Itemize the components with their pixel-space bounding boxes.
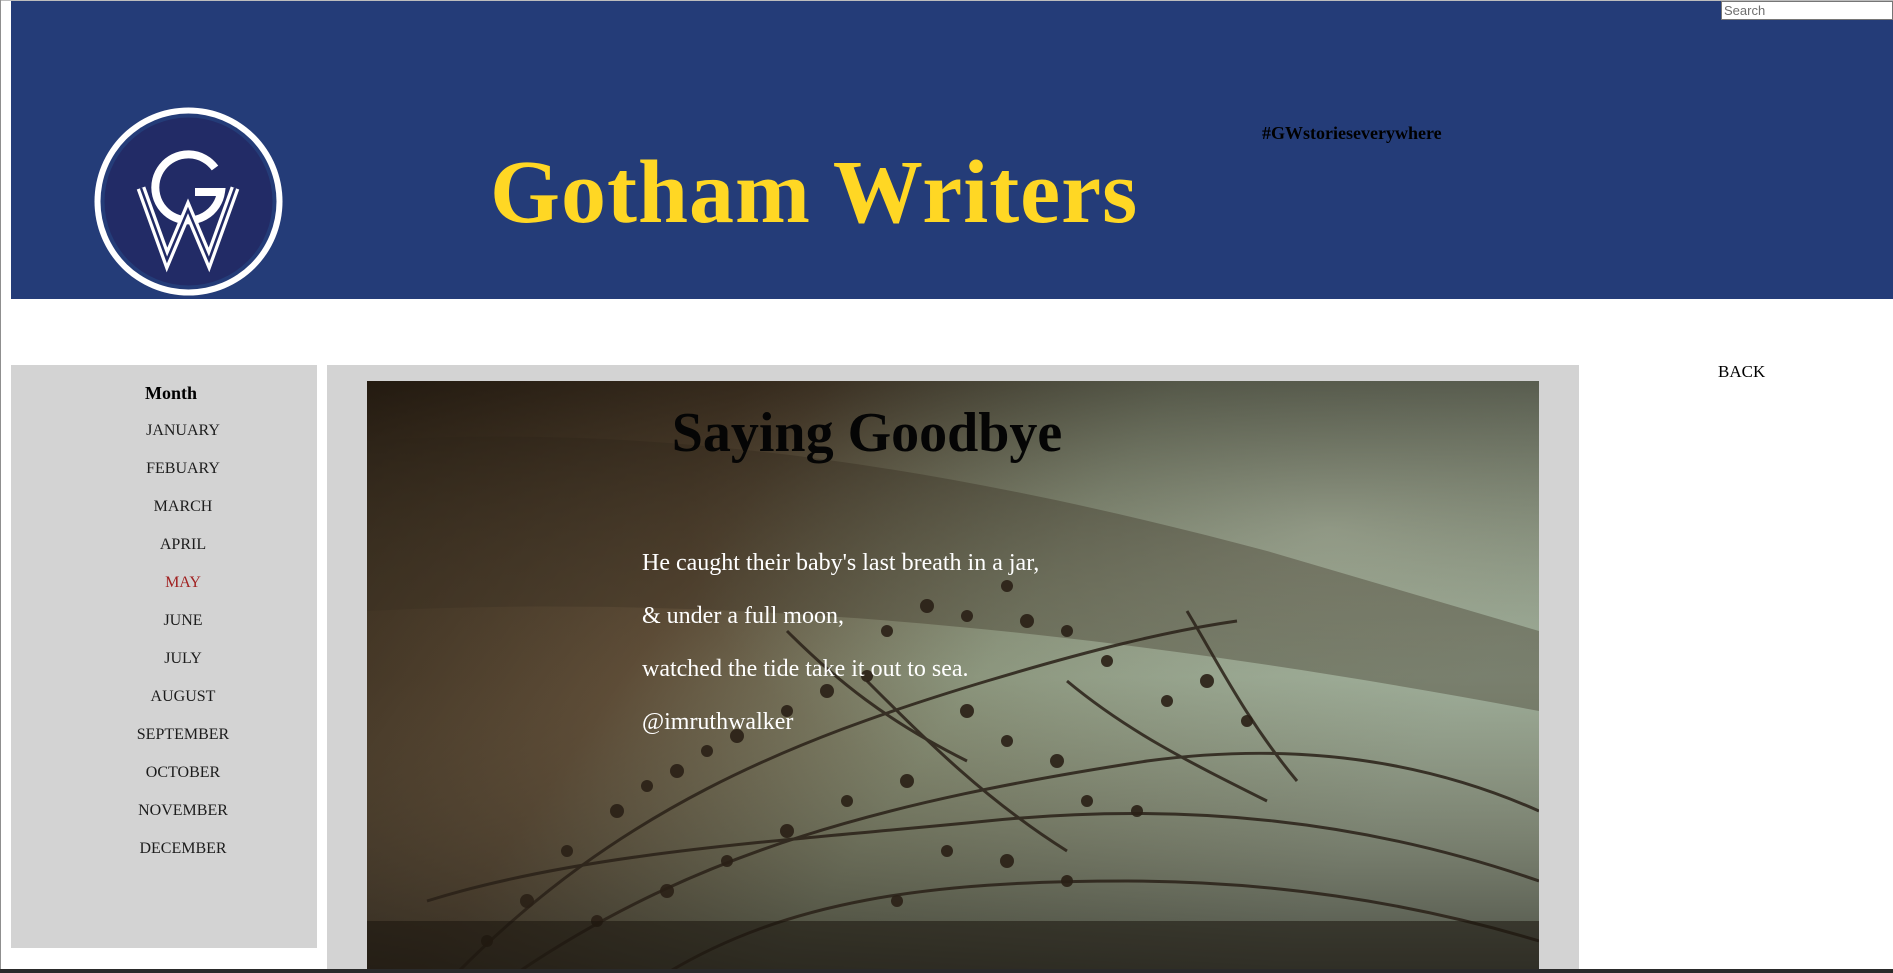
month-item-september[interactable]: SEPTEMBER	[11, 725, 355, 763]
month-sidebar: Month JANUARY FEBUARY MARCH APRIL MAY JU…	[11, 365, 317, 948]
month-item-december[interactable]: DECEMBER	[11, 839, 355, 877]
month-item-april[interactable]: APRIL	[11, 535, 355, 573]
author-handle: @imruthwalker	[642, 709, 794, 735]
month-item-march[interactable]: MARCH	[11, 497, 355, 535]
gw-logo-icon[interactable]	[91, 104, 286, 299]
post-image: Saying Goodbye He caught their baby's la…	[367, 381, 1539, 973]
month-item-january[interactable]: JANUARY	[11, 421, 355, 459]
post-title: Saying Goodbye	[671, 402, 1063, 464]
month-list: JANUARY FEBUARY MARCH APRIL MAY JUNE JUL…	[11, 421, 355, 877]
search-input[interactable]	[1721, 1, 1893, 20]
poem-line: watched the tide take it out to sea.	[642, 656, 969, 682]
month-item-may[interactable]: MAY	[11, 573, 355, 611]
month-item-august[interactable]: AUGUST	[11, 687, 355, 725]
month-item-november[interactable]: NOVEMBER	[11, 801, 355, 839]
month-item-july[interactable]: JULY	[11, 649, 355, 687]
poem-text: He caught their baby's last breath in a …	[642, 549, 1342, 761]
month-heading: Month	[144, 383, 197, 403]
gw-logo-svg	[94, 107, 283, 296]
window-left-edge	[0, 0, 1, 973]
poem-line: & under a full moon,	[642, 603, 844, 629]
month-item-october[interactable]: OCTOBER	[11, 763, 355, 801]
hashtag-text: #GWstorieseverywhere	[1262, 123, 1442, 143]
month-item-june[interactable]: JUNE	[11, 611, 355, 649]
month-item-february[interactable]: FEBUARY	[11, 459, 355, 497]
window-bottom-edge	[0, 969, 1893, 973]
site-title: Gotham Writers	[490, 143, 1139, 242]
back-button[interactable]: BACK	[1718, 362, 1765, 382]
poem-line: He caught their baby's last breath in a …	[642, 550, 1040, 576]
